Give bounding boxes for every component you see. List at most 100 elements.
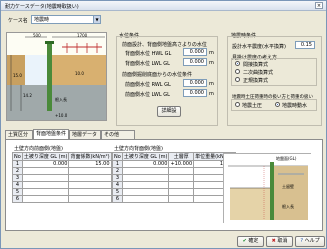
section-label-a: 土留壁 <box>282 184 294 189</box>
tab-soil[interactable]: 土質区分 <box>5 130 33 139</box>
table-row: 10.000+10.00015.00 <box>112 160 237 168</box>
cancel-button[interactable]: ✖ 取消 <box>266 236 293 247</box>
help-label: ヘルプ <box>304 238 320 244</box>
hwl-label: 背面側水位 HWL GL <box>125 51 172 57</box>
dialog-window: 耐力ケースデータ(地震時取扱い) × ケース名 地震時 ▼ 500 1700 1… <box>0 0 327 249</box>
table-cell[interactable] <box>68 188 112 196</box>
table-cell[interactable] <box>21 195 70 203</box>
tab-other[interactable]: その他 <box>101 130 135 139</box>
method-label-1: 間接換算式 <box>243 62 269 68</box>
row-number: 1 <box>112 160 123 168</box>
table-cell[interactable]: 0.000 <box>21 160 70 168</box>
section-diagram: 地盤面(GL) 土留壁 根入長 <box>223 153 312 224</box>
diagram-left-value-1: 15.0 <box>13 73 22 78</box>
check-radio-2[interactable] <box>275 102 280 107</box>
diagram-mid-value: 10.0 <box>75 71 84 76</box>
table-cell[interactable] <box>68 174 112 182</box>
row-number: 2 <box>112 167 123 175</box>
table-row: 1 0.000 15.00 <box>12 160 112 168</box>
section-svg <box>224 154 312 224</box>
table-row: 2 <box>12 167 112 175</box>
table-row: 2 <box>112 167 237 175</box>
table-cell[interactable] <box>21 188 70 196</box>
diagram-sheet-label: 根入長 <box>55 97 67 102</box>
table-cell[interactable] <box>121 188 170 196</box>
table-cell[interactable]: +10.000 <box>168 160 195 168</box>
help-icon: ? <box>300 238 304 244</box>
method-radio-2[interactable] <box>235 69 240 74</box>
help-button[interactable]: ? ヘルプ <box>295 236 325 247</box>
front-lwl-label: 前面側水位 LWL GL <box>125 92 170 98</box>
diagram-top-value-1: 500 <box>33 33 41 38</box>
front-hwl-input[interactable]: 0.000 <box>183 79 207 87</box>
table-cell[interactable] <box>121 167 170 175</box>
case-select-value: 地震時 <box>34 17 50 23</box>
lwl-input[interactable]: 0.000 <box>183 58 207 66</box>
table-cell[interactable] <box>21 167 70 175</box>
table-cell[interactable] <box>168 181 195 189</box>
front-hwl-unit: m <box>209 81 214 87</box>
table-cell[interactable] <box>68 167 112 175</box>
lwl-unit: m <box>209 60 214 66</box>
wall-diagram-svg <box>7 33 106 120</box>
table-cell[interactable]: 15.00 <box>68 160 112 168</box>
check-label-1: 地震土圧 <box>242 103 263 109</box>
check-icon: ✔ <box>242 238 247 244</box>
table-cell[interactable] <box>21 174 70 182</box>
seismic-coef-label: 設計水平震度(水平換算) <box>232 44 286 50</box>
table-cell[interactable] <box>168 167 195 175</box>
table-cell[interactable] <box>168 188 195 196</box>
row-number: 5 <box>12 188 23 196</box>
table-cell[interactable] <box>121 181 170 189</box>
right-table-heading: 土壁方向背面側(地盤) <box>114 146 163 152</box>
check-label-2: 地震時動水 <box>282 103 308 109</box>
table-cell[interactable]: 0.000 <box>121 160 170 168</box>
ok-label: 確定 <box>248 238 259 244</box>
row-number: 3 <box>112 174 123 182</box>
table-row: 4 <box>112 181 237 189</box>
table-row: 6 <box>12 195 112 203</box>
row-number: 2 <box>12 167 23 175</box>
left-col-depth: 土被り深度 GL (m) <box>21 152 70 161</box>
table-cell[interactable] <box>21 181 70 189</box>
wall-diagram: 500 1700 15.0 14.2 10.0 根入長 +10.0 <box>6 32 107 121</box>
right-col-thick: 土層厚 <box>168 152 195 161</box>
tab-back-ground[interactable]: 背面地盤条件 <box>33 129 69 139</box>
seismic-coef-input[interactable]: 0.15 <box>295 41 315 49</box>
check-radio-1[interactable] <box>235 102 240 107</box>
section-top-label: 地盤面(GL) <box>276 156 297 161</box>
method-label-2: 二次曲換算式 <box>243 70 274 76</box>
hwl-input[interactable]: 0.000 <box>183 48 207 56</box>
table-row: 4 <box>12 181 112 189</box>
row-number: 6 <box>112 195 123 203</box>
table-row: 3 <box>112 174 237 182</box>
table-cell[interactable] <box>121 174 170 182</box>
case-label: ケース名 <box>8 18 28 24</box>
case-select[interactable]: 地震時 ▼ <box>31 15 101 24</box>
row-number: 3 <box>12 174 23 182</box>
method-radio-3[interactable] <box>235 77 240 82</box>
front-lwl-input[interactable]: 0.000 <box>183 89 207 97</box>
table-cell[interactable] <box>168 195 195 203</box>
table-row: 6 <box>112 195 237 203</box>
right-table: No 土被り深度 GL (m) 土層厚 単位重量(kN/m³) 1 0.000 +1… <box>112 152 237 203</box>
table-cell[interactable] <box>68 181 112 189</box>
method-radio-1[interactable] <box>235 61 240 66</box>
row-number: 4 <box>12 181 23 189</box>
cancel-label: 取消 <box>277 238 288 244</box>
table-cell[interactable] <box>121 195 170 203</box>
close-button[interactable]: × <box>315 2 323 9</box>
detail-button[interactable]: 詳細設 <box>157 106 181 117</box>
row-number: 4 <box>112 181 123 189</box>
table-cell[interactable] <box>168 174 195 182</box>
section-label-b: 根入長 <box>282 204 294 209</box>
method-label-3: 正規換算式 <box>243 78 269 84</box>
left-table-heading: 土壁方向前面側(地盤) <box>14 146 63 152</box>
chevron-down-icon: ▼ <box>93 16 100 23</box>
left-col-no: No <box>12 152 23 161</box>
ok-button[interactable]: ✔ 確定 <box>237 236 264 247</box>
row-number: 6 <box>12 195 23 203</box>
diagram-top-value-2: 1700 <box>77 33 88 38</box>
table-cell[interactable] <box>68 195 112 203</box>
tab-layer[interactable]: 地層データ <box>69 130 101 139</box>
